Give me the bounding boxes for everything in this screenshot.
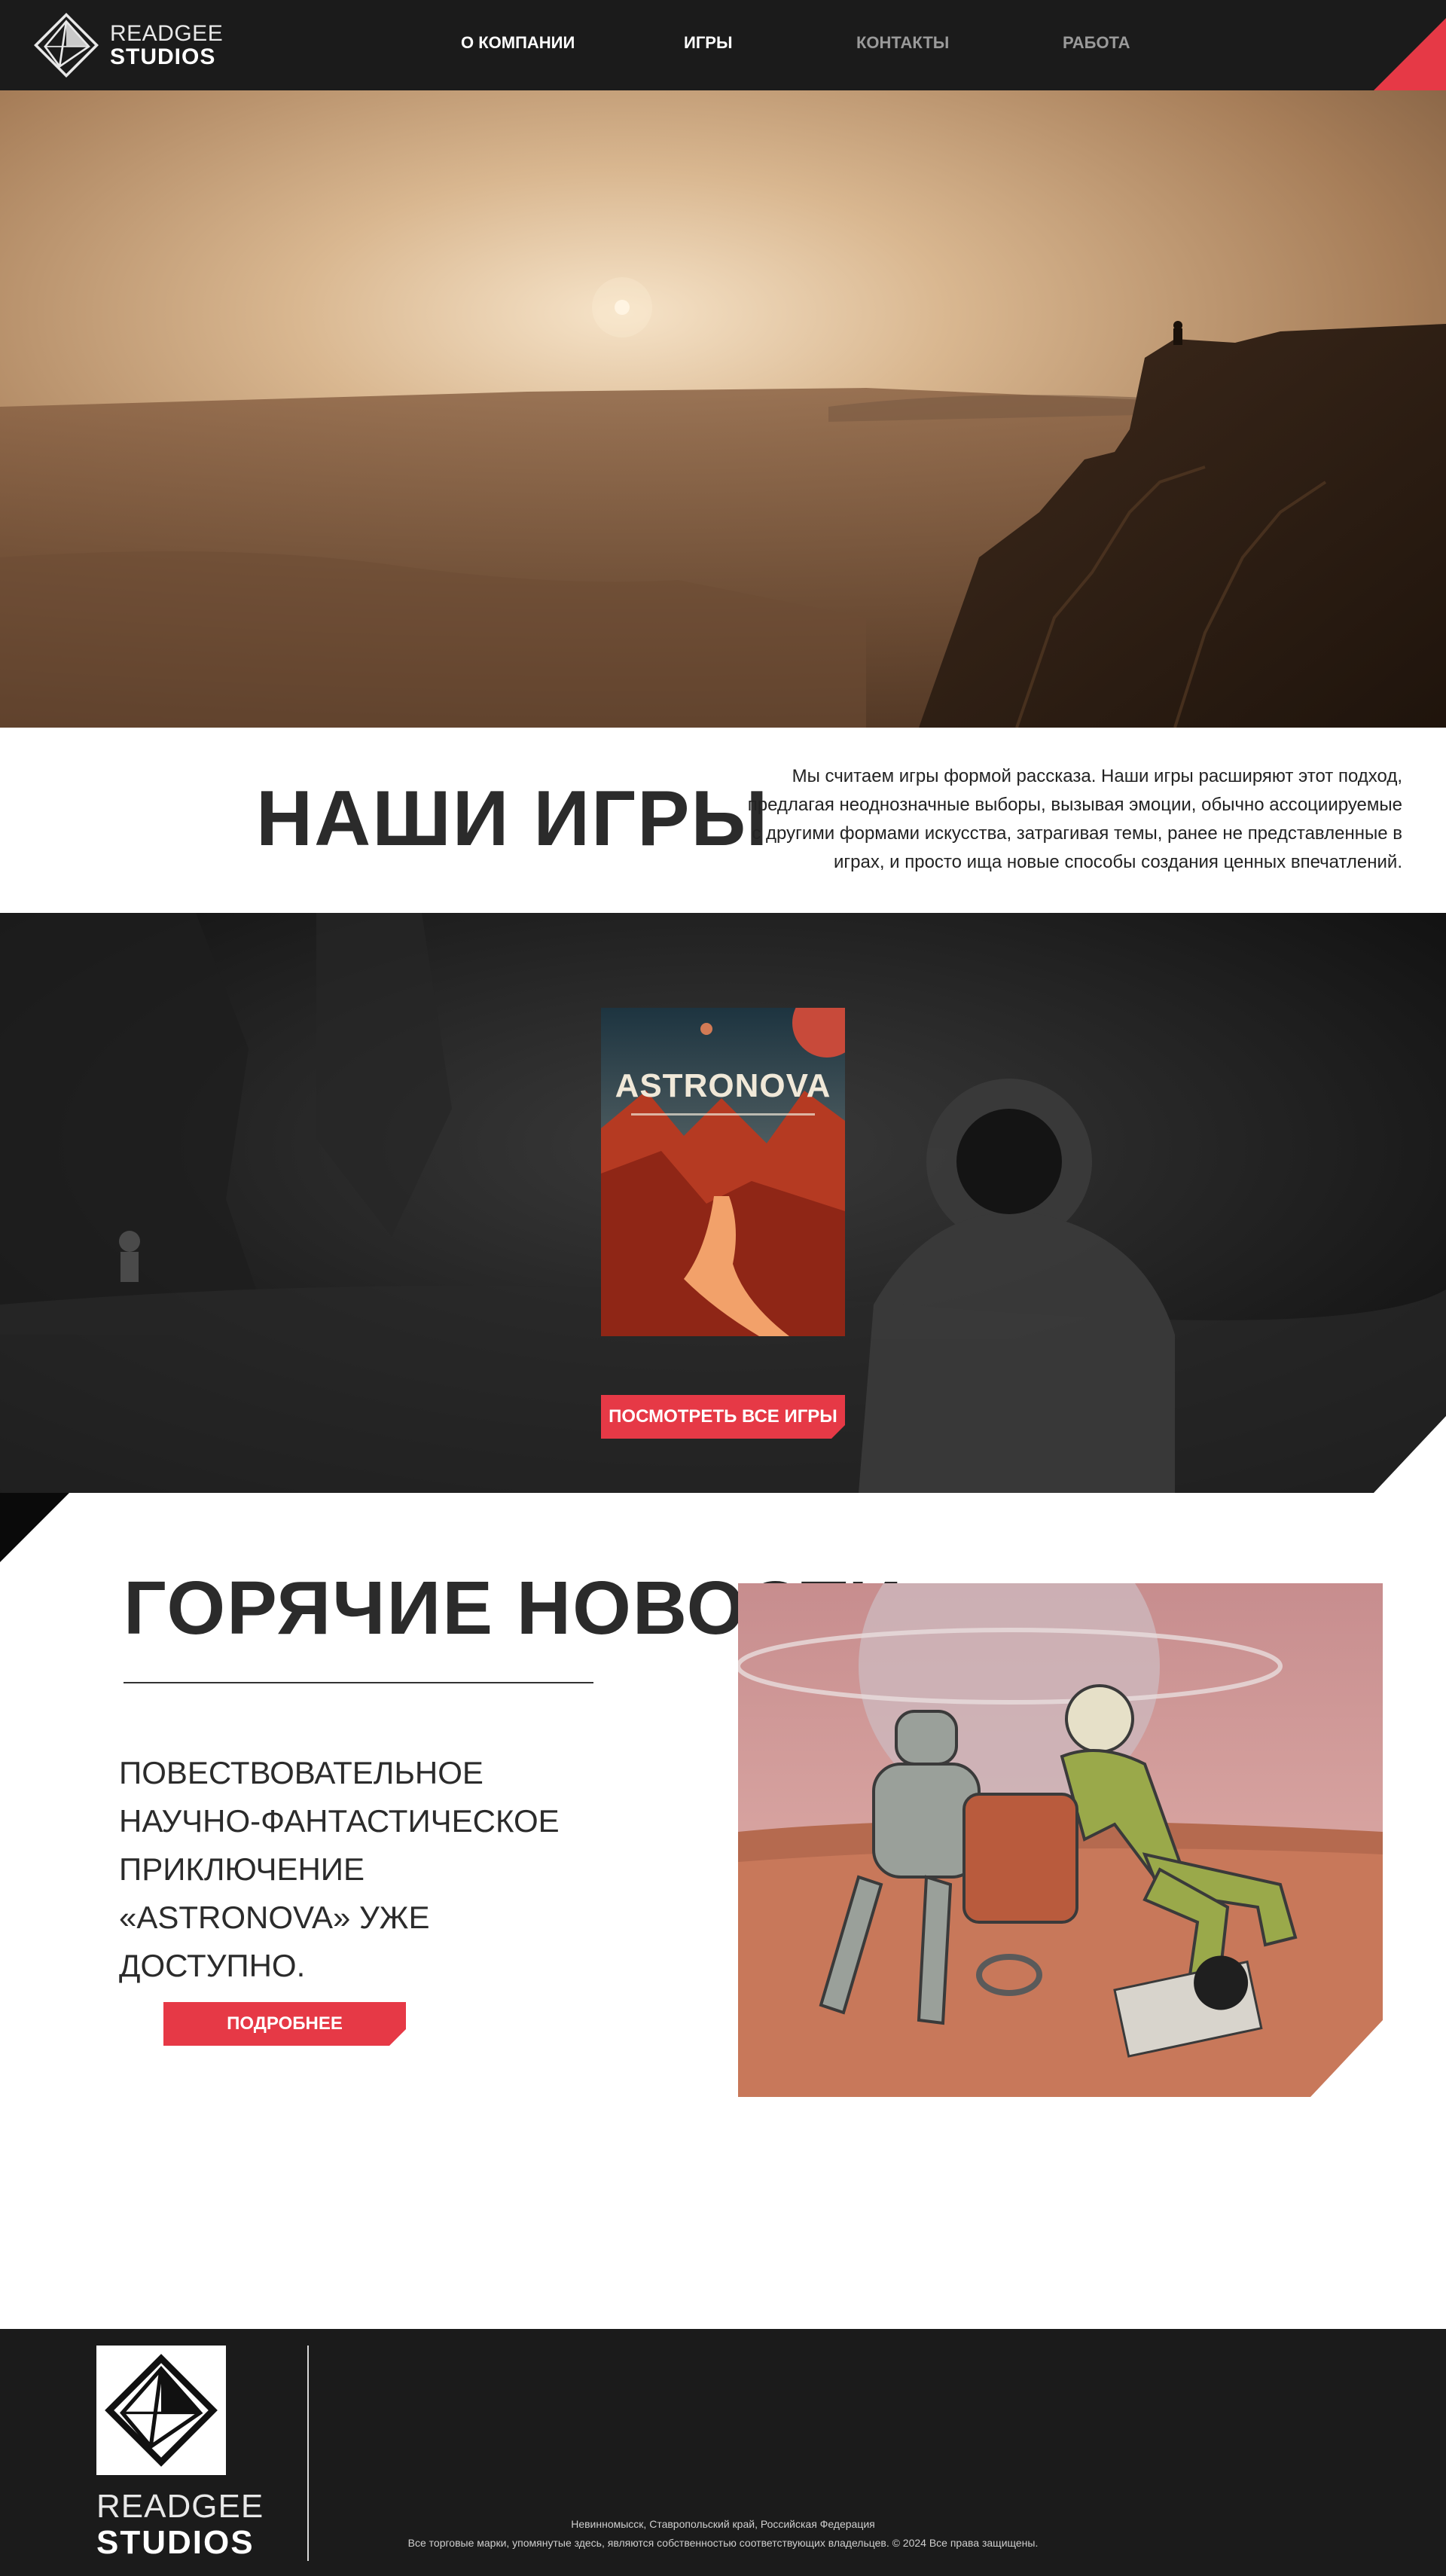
brand-logo[interactable]: READGEE STUDIOS — [33, 12, 223, 78]
footer-address: Невинномысск, Ставропольский край, Росси… — [571, 2518, 875, 2530]
logo-line2: STUDIOS — [110, 44, 216, 69]
games-section-header: НАШИ ИГРЫ Мы считаем игры формой рассказ… — [0, 728, 1446, 913]
corner-accent — [1374, 18, 1446, 90]
logo-icon — [105, 2354, 218, 2467]
section-divider — [0, 1416, 1446, 1562]
games-showcase: ASTRONOVA ПОСМОТРЕТЬ ВСЕ ИГРЫ — [0, 913, 1446, 1493]
games-title: НАШИ ИГРЫ — [256, 775, 770, 862]
logo-wordmark: READGEE STUDIOS — [110, 20, 224, 69]
astronaut-figure — [1173, 321, 1182, 345]
news-text: ПОВЕСТВОВАТЕЛЬНОЕ НАУЧНО-ФАНТАСТИЧЕСКОЕ … — [119, 1755, 560, 1983]
footer-logo[interactable] — [96, 2346, 226, 2475]
nav-item-games[interactable]: ИГРЫ — [684, 33, 733, 53]
nav-item-jobs[interactable]: РАБОТА — [1063, 33, 1130, 53]
news-illustration[interactable] — [738, 1583, 1383, 2097]
nav-item-contacts[interactable]: КОНТАКТЫ — [856, 33, 949, 53]
hero-image — [0, 90, 1446, 728]
astronova-cover[interactable]: ASTRONOVA — [601, 1008, 845, 1336]
footer-copyright: Все торговые марки, упомянутые здесь, яв… — [407, 2537, 1039, 2549]
nav-item-about[interactable]: О КОМПАНИИ — [461, 33, 575, 53]
news-divider — [124, 1682, 593, 1683]
logo-icon — [34, 13, 99, 78]
cover-title: ASTRONOVA — [615, 1067, 831, 1104]
games-description: Мы считаем игры формой рассказа. Наши иг… — [747, 766, 1402, 872]
logo-line1: READGEE — [110, 20, 224, 46]
site-footer: READGEE STUDIOS Невинномысск, Ставрополь… — [0, 2329, 1446, 2576]
more-button-label: ПОДРОБНЕЕ — [227, 2013, 343, 2034]
more-button[interactable]: ПОДРОБНЕЕ — [163, 2002, 406, 2046]
site-header: READGEE STUDIOS О КОМПАНИИ ИГРЫ КОНТАКТЫ… — [0, 0, 1446, 90]
